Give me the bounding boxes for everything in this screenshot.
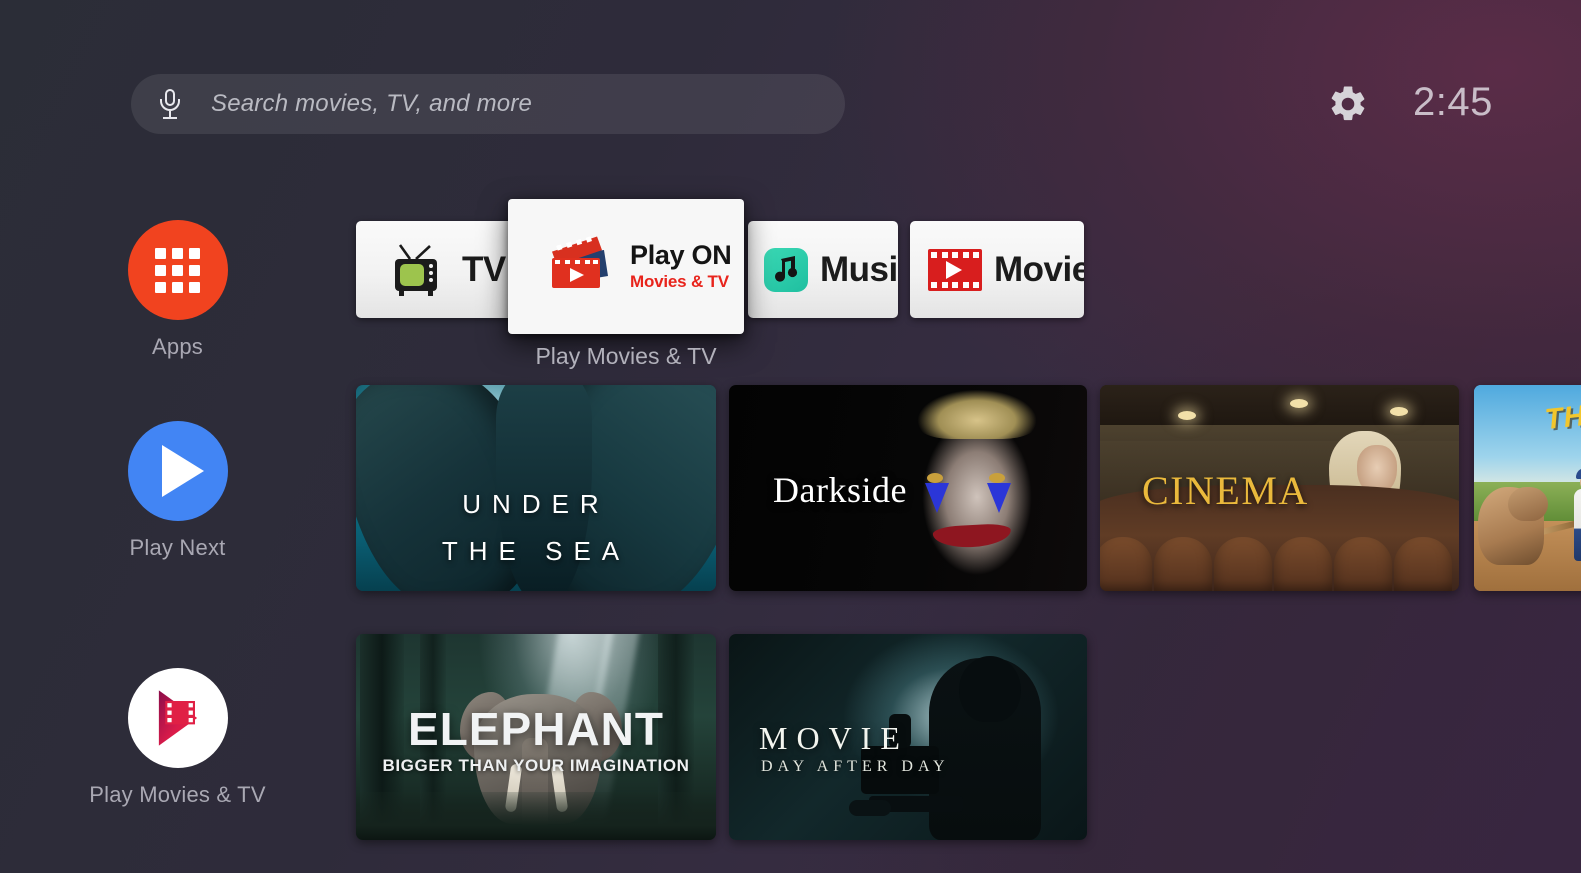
artwork-seat <box>1154 537 1212 591</box>
rail-item-label: Play Next <box>129 535 226 560</box>
play-movies-tv-icon <box>127 668 228 768</box>
clapperboard-icon <box>542 232 622 302</box>
artwork-dog-head <box>1508 487 1548 521</box>
artwork-sky <box>1474 385 1581 488</box>
artwork-rock-middle <box>496 385 592 591</box>
app-card-label: TV <box>462 249 506 289</box>
app-card-play-on-focused[interactable]: Play ON Movies & TV <box>508 199 744 334</box>
app-row: TV Music Movie <box>0 0 1581 380</box>
app-card-label: Play ON <box>630 240 732 271</box>
artwork-tear-left <box>925 483 949 513</box>
artwork-hair <box>913 385 1041 439</box>
artwork-seat <box>1274 537 1332 591</box>
artwork-seat <box>1394 537 1452 591</box>
artwork-seat <box>1100 537 1152 591</box>
artwork-hand <box>849 800 891 816</box>
focused-card-caption: Play Movies & TV <box>535 343 717 369</box>
artwork-ground <box>356 792 716 840</box>
artwork-camera-body <box>861 746 939 794</box>
artwork-tear-right <box>987 483 1011 513</box>
artwork-seat <box>1214 537 1272 591</box>
play-triangle-icon <box>127 421 228 521</box>
artwork-eye-right <box>989 473 1005 483</box>
content-card-cinema[interactable]: CINEMA <box>1100 385 1459 591</box>
artwork-lamp <box>1390 407 1408 416</box>
artwork-lamp <box>1290 399 1308 408</box>
music-note-icon <box>764 247 808 292</box>
tv-launcher-screen: Search movies, TV, and more 2:45 Apps Pl… <box>0 0 1581 873</box>
artwork-camera-top <box>889 714 911 748</box>
artwork-lamp <box>1178 411 1196 420</box>
content-card-movie-day-after-day[interactable]: MOVIE DAY AFTER DAY <box>729 634 1087 840</box>
content-card-elephant[interactable]: ELEPHANT BIGGER THAN YOUR IMAGINATION <box>356 634 716 840</box>
artwork-eye-left <box>927 473 943 483</box>
content-card-title: Darkside <box>773 470 907 510</box>
app-card-sublabel: Movies & TV <box>630 271 729 291</box>
rail-item-play-movies-tv[interactable]: Play Movies & TV <box>0 668 355 808</box>
artwork-player-body <box>1574 489 1581 561</box>
film-strip-play-icon <box>928 248 982 291</box>
app-card-label: Movie <box>994 249 1084 289</box>
content-card-the[interactable]: THE <box>1474 385 1581 591</box>
rail-item-play-next[interactable]: Play Next <box>0 421 355 561</box>
content-card-darkside[interactable]: Darkside <box>729 385 1087 591</box>
artwork-head-silhouette <box>959 656 1021 722</box>
app-card-music[interactable]: Music <box>748 221 898 318</box>
rail-item-label: Play Movies & TV <box>89 782 266 807</box>
app-card-movie[interactable]: Movie <box>910 221 1084 318</box>
artwork-seat <box>1334 537 1392 591</box>
retro-tv-icon <box>390 243 450 297</box>
app-card-label: Music <box>820 249 898 289</box>
content-card-under-the-sea[interactable]: UNDER THE SEA <box>356 385 716 591</box>
